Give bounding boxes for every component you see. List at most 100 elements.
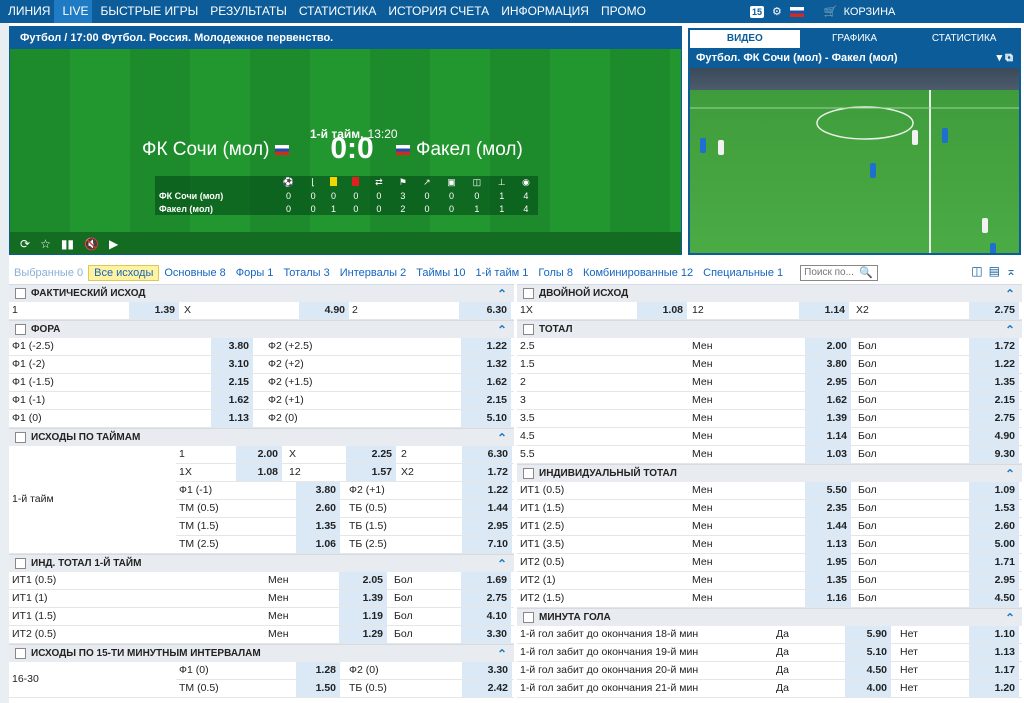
odds-cell[interactable]: 3.10 — [211, 356, 253, 373]
market-header[interactable]: ИСХОДЫ ПО ТАЙМАМ ⌃ — [9, 428, 514, 446]
nav-live[interactable]: LIVE — [54, 0, 93, 23]
checkbox[interactable] — [15, 558, 26, 569]
tab-goals[interactable]: Голы 8 — [533, 267, 578, 279]
odds-cell[interactable]: 1.71 — [969, 554, 1019, 571]
tab-first-half[interactable]: 1-й тайм 1 — [470, 267, 533, 279]
chevron-up-icon[interactable]: ⌃ — [1005, 287, 1015, 301]
odds-cell[interactable]: 1.35 — [969, 374, 1019, 391]
odds-cell[interactable]: 3.30 — [461, 626, 511, 643]
search-icon[interactable]: 🔍 — [857, 266, 875, 279]
odds-cell[interactable]: 1.62 — [805, 392, 851, 409]
odds-cell[interactable]: 1.72 — [462, 464, 512, 481]
odds-cell[interactable]: 4.10 — [461, 608, 511, 625]
odds-cell[interactable]: 2.75 — [969, 410, 1019, 427]
checkbox[interactable] — [15, 288, 26, 299]
odds-cell[interactable]: 3.30 — [462, 662, 512, 679]
tab-graphics[interactable]: ГРАФИКА — [800, 30, 910, 48]
odds-cell[interactable]: 1.13 — [211, 410, 253, 427]
nav-liniya[interactable]: ЛИНИЯ — [0, 0, 54, 23]
odds-cell[interactable]: 2.00 — [236, 446, 282, 463]
chevron-up-icon[interactable]: ⌃ — [497, 287, 507, 301]
odds-cell[interactable]: 1.69 — [461, 572, 511, 589]
market-header[interactable]: ИНД. ТОТАЛ 1-Й ТАЙМ ⌃ — [9, 554, 514, 572]
odds-cell[interactable]: 2.95 — [969, 572, 1019, 589]
odds-cell[interactable]: 5.50 — [805, 482, 851, 499]
market-header[interactable]: ФАКТИЧЕСКИЙ ИСХОД ⌃ — [9, 284, 514, 302]
market-header[interactable]: ДВОЙНОЙ ИСХОД ⌃ — [517, 284, 1022, 302]
odds-cell[interactable]: 2.95 — [462, 518, 512, 535]
checkbox[interactable] — [15, 432, 26, 443]
odds-cell[interactable]: 1.39 — [129, 302, 179, 319]
nav-fast-games[interactable]: БЫСТРЫЕ ИГРЫ — [92, 0, 202, 23]
odds-cell[interactable]: 9.30 — [969, 446, 1019, 463]
odds-cell[interactable]: 1.14 — [799, 302, 849, 319]
search-input[interactable] — [801, 265, 858, 280]
collapse-icon[interactable]: ⌅ — [1006, 264, 1016, 278]
odds-cell[interactable]: 1.39 — [805, 410, 851, 427]
odds-cell[interactable]: 1.50 — [296, 680, 340, 697]
checkbox[interactable] — [523, 612, 534, 623]
tab-special[interactable]: Специальные 1 — [698, 267, 788, 279]
odds-cell[interactable]: 1.16 — [805, 590, 851, 607]
video-icon[interactable]: ▶ — [109, 237, 118, 251]
odds-cell[interactable]: 1.28 — [296, 662, 340, 679]
gear-icon[interactable]: ⚙ — [772, 5, 782, 18]
list-icon[interactable]: ▤ — [989, 264, 1000, 278]
odds-cell[interactable]: 2.15 — [211, 374, 253, 391]
odds-cell[interactable]: 1.13 — [969, 644, 1019, 661]
tab-intervals[interactable]: Интервалы 2 — [335, 267, 411, 279]
odds-cell[interactable]: 4.50 — [845, 662, 891, 679]
odds-cell[interactable]: 2.00 — [805, 338, 851, 355]
tab-all-outcomes[interactable]: Все исходы — [88, 264, 160, 281]
odds-cell[interactable]: 2.15 — [461, 392, 511, 409]
odds-cell[interactable]: 5.10 — [845, 644, 891, 661]
odds-cell[interactable]: 1.22 — [969, 356, 1019, 373]
odds-cell[interactable]: 1.62 — [211, 392, 253, 409]
stats-bars-icon[interactable]: ▮▮ — [61, 237, 74, 251]
odds-cell[interactable]: 5.00 — [969, 536, 1019, 553]
tab-handicaps[interactable]: Форы 1 — [231, 267, 279, 279]
market-header[interactable]: ФОРА ⌃ — [9, 320, 514, 338]
odds-cell[interactable]: 2.42 — [462, 680, 512, 697]
cart-button[interactable]: 🛒 КОРЗИНА — [824, 5, 895, 19]
tab-statistics[interactable]: СТАТИСТИКА — [909, 30, 1019, 48]
odds-cell[interactable]: 4.90 — [969, 428, 1019, 445]
odds-cell[interactable]: 3.80 — [296, 482, 340, 499]
language-flag-icon[interactable] — [789, 6, 804, 17]
odds-cell[interactable]: 1.22 — [461, 338, 511, 355]
odds-cell[interactable]: 1.35 — [805, 572, 851, 589]
odds-cell[interactable]: 5.90 — [845, 626, 891, 643]
odds-cell[interactable]: 4.50 — [969, 590, 1019, 607]
odds-cell[interactable]: 1.13 — [805, 536, 851, 553]
odds-cell[interactable]: 1.09 — [969, 482, 1019, 499]
odds-cell[interactable]: 1.17 — [969, 662, 1019, 679]
odds-cell[interactable]: 2.60 — [296, 500, 340, 517]
odds-cell[interactable]: 4.00 — [845, 680, 891, 697]
odds-cell[interactable]: 1.57 — [346, 464, 396, 481]
odds-cell[interactable]: 1.20 — [969, 680, 1019, 697]
tab-combined[interactable]: Комбинированные 12 — [578, 267, 698, 279]
odds-cell[interactable]: 2.75 — [461, 590, 511, 607]
odds-cell[interactable]: 1.39 — [339, 590, 387, 607]
nav-promo[interactable]: ПРОМО — [593, 0, 650, 23]
odds-cell[interactable]: 1.19 — [339, 608, 387, 625]
chevron-up-icon[interactable]: ⌃ — [497, 557, 507, 571]
odds-cell[interactable]: 2.15 — [969, 392, 1019, 409]
odds-cell[interactable]: 1.53 — [969, 500, 1019, 517]
star-icon[interactable]: ☆ — [40, 237, 51, 251]
tab-totals[interactable]: Тоталы 3 — [278, 267, 334, 279]
chevron-up-icon[interactable]: ⌃ — [1005, 323, 1015, 337]
odds-cell[interactable]: 1.72 — [969, 338, 1019, 355]
nav-info[interactable]: ИНФОРМАЦИЯ — [493, 0, 593, 23]
checkbox[interactable] — [523, 324, 534, 335]
tab-video[interactable]: ВИДЕО — [690, 30, 800, 48]
market-header[interactable]: ИСХОДЫ ПО 15-ТИ МИНУТНЫМ ИНТЕРВАЛАМ ⌃ — [9, 644, 514, 662]
odds-cell[interactable]: 3.80 — [211, 338, 253, 355]
checkbox[interactable] — [15, 648, 26, 659]
checkbox[interactable] — [523, 468, 534, 479]
odds-cell[interactable]: 2.25 — [346, 446, 396, 463]
odds-cell[interactable]: 2.35 — [805, 500, 851, 517]
nav-statistics[interactable]: СТАТИСТИКА — [291, 0, 380, 23]
popout-icon[interactable]: ▾ ⧉ — [997, 48, 1013, 68]
odds-cell[interactable]: 2.05 — [339, 572, 387, 589]
